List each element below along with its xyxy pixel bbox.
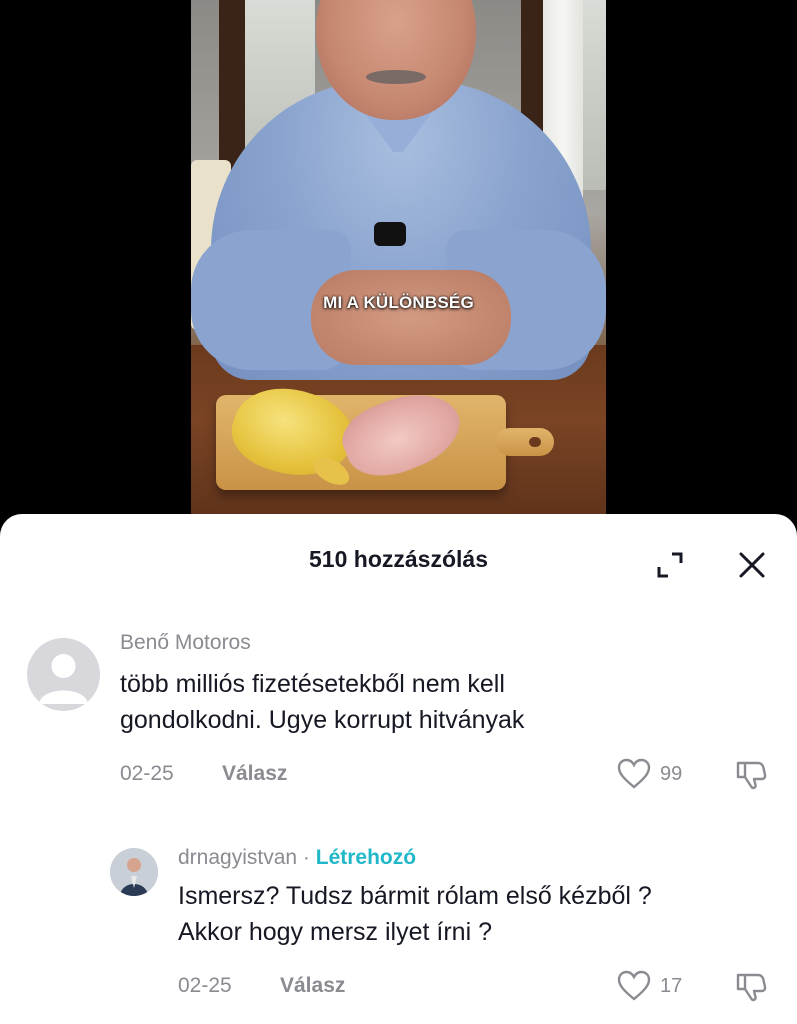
- comment-text: Ismersz? Tudsz bármit rólam első kézből …: [178, 878, 652, 950]
- heart-icon: [617, 970, 651, 1001]
- like-count: 99: [660, 763, 683, 785]
- comment-username: drnagyistvan · Létrehozó: [178, 846, 416, 870]
- comment-text-line: Ismersz? Tudsz bármit rólam első kézből …: [178, 882, 652, 910]
- folded-hands: [311, 270, 511, 365]
- dislike-button[interactable]: [734, 969, 768, 1003]
- comment-username[interactable]: Benő Motoros: [120, 631, 251, 655]
- thumbs-down-icon: [736, 973, 767, 1002]
- comments-sheet: 510 hozzászólás Benő Motoros több millió…: [0, 514, 797, 1024]
- cutting-board-hole: [529, 437, 541, 447]
- comment-text: több milliós fizetésetekből nem kell gon…: [120, 666, 524, 738]
- video-player[interactable]: MI A KÜLÖNBSÉG: [191, 0, 606, 530]
- like-button[interactable]: [617, 970, 651, 1002]
- username-separator: ·: [297, 846, 316, 869]
- avatar[interactable]: [27, 638, 100, 711]
- window-glass: [583, 0, 606, 190]
- comment-date: 02-25: [178, 974, 232, 997]
- like-button[interactable]: [617, 758, 651, 790]
- expand-button[interactable]: [652, 547, 688, 583]
- close-icon: [739, 552, 765, 578]
- video-caption: MI A KÜLÖNBSÉG: [323, 293, 474, 312]
- lapel-mic: [374, 222, 406, 246]
- close-button[interactable]: [734, 547, 770, 583]
- heart-icon: [617, 758, 651, 789]
- creator-badge: Létrehozó: [315, 846, 417, 869]
- like-count: 17: [660, 975, 683, 997]
- default-avatar-icon: [39, 654, 88, 704]
- expand-icon: [657, 552, 683, 578]
- thumbs-down-icon: [736, 761, 767, 790]
- comment-text-line: Akkor hogy mersz ilyet írni ?: [178, 918, 492, 946]
- reply-button[interactable]: Válasz: [280, 974, 345, 998]
- reply-button[interactable]: Válasz: [222, 762, 287, 786]
- cutting-board-handle: [496, 428, 554, 456]
- comment-date: 02-25: [120, 762, 174, 785]
- dislike-button[interactable]: [734, 757, 768, 791]
- reply-username[interactable]: drnagyistvan: [178, 846, 297, 869]
- avatar[interactable]: [110, 848, 158, 896]
- mustache: [366, 70, 426, 84]
- comment-text-line: több milliós fizetésetekből nem kell: [120, 670, 505, 698]
- profile-photo-icon: [110, 848, 158, 896]
- comment-text-line: gondolkodni. Ugye korrupt hitványak: [120, 706, 525, 734]
